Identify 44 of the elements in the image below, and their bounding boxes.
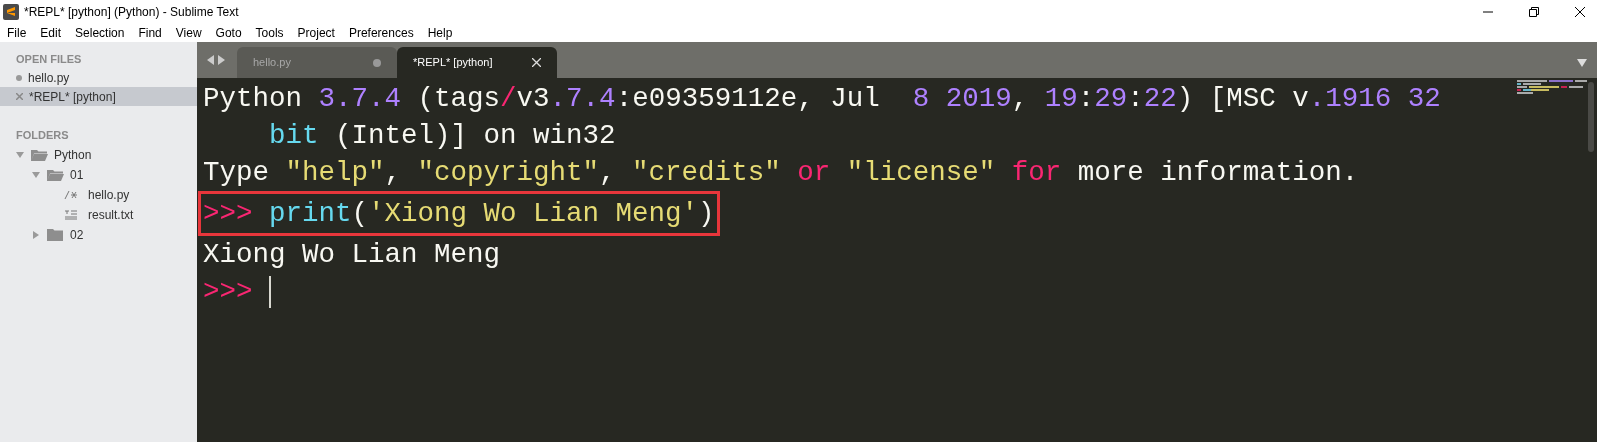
- open-file-item[interactable]: *REPL* [python]: [0, 87, 197, 106]
- menu-item[interactable]: Edit: [40, 24, 62, 42]
- tab[interactable]: *REPL* [python]: [397, 47, 557, 78]
- menu-item[interactable]: Help: [427, 24, 453, 42]
- text-file-icon: [64, 210, 78, 220]
- collapsed-caret-icon[interactable]: [32, 231, 40, 239]
- code-line: bit (Intel)] on win32: [269, 119, 616, 153]
- open-folder-icon: [30, 148, 48, 162]
- menu-item[interactable]: Preferences: [348, 24, 414, 42]
- next-tab-icon[interactable]: [218, 55, 225, 65]
- scrollbar[interactable]: [1588, 82, 1594, 152]
- code-line: Type "help", "copyright", "credits" or "license" for more information.: [203, 156, 1359, 190]
- unsaved-dot-icon: [16, 74, 22, 81]
- tree-item[interactable]: 02: [70, 226, 84, 244]
- minimap-drawing[interactable]: [1517, 80, 1587, 94]
- close-icon[interactable]: [1575, 7, 1585, 17]
- tree-item[interactable]: result.txt: [88, 206, 134, 224]
- open-file-item[interactable]: hello.py: [0, 68, 197, 87]
- tree-item[interactable]: hello.py: [88, 186, 130, 204]
- previous-tab-icon[interactable]: [207, 55, 214, 65]
- menu-item[interactable]: Tools: [255, 24, 284, 42]
- code-line: Python 3.7.4 (tags/v3.7.4:e09359112e, Jul 8 2019, 19:29:22) [MSC v.1916 32: [203, 82, 1441, 116]
- folder-icon: [46, 228, 64, 242]
- menu-item[interactable]: Selection: [75, 24, 125, 42]
- menu-item[interactable]: Goto: [215, 24, 242, 42]
- window-title: *REPL* [python] (Python) - Sublime Text: [24, 4, 239, 21]
- section-heading: FOLDERS: [16, 128, 70, 143]
- comment-file-icon: [64, 190, 78, 200]
- menu-item[interactable]: Project: [297, 24, 335, 42]
- menu-item[interactable]: Find: [138, 24, 162, 42]
- restore-icon[interactable]: [1529, 7, 1539, 17]
- close-tab-icon[interactable]: [532, 58, 541, 67]
- tree-item[interactable]: 01: [70, 166, 84, 184]
- open-folder-icon: [46, 168, 64, 182]
- app-logo-icon: [2, 3, 20, 21]
- tab-list-dropdown-icon[interactable]: [1577, 59, 1587, 67]
- code-line: Xiong Wo Lian Meng: [203, 238, 501, 272]
- menu-item[interactable]: View: [175, 24, 202, 42]
- expanded-caret-icon[interactable]: [16, 151, 24, 159]
- expanded-caret-icon[interactable]: [32, 171, 40, 179]
- menu-item[interactable]: File: [7, 24, 27, 42]
- code-line: >>>: [203, 275, 253, 309]
- section-heading: OPEN FILES: [16, 52, 83, 67]
- tree-item[interactable]: Python: [54, 146, 92, 164]
